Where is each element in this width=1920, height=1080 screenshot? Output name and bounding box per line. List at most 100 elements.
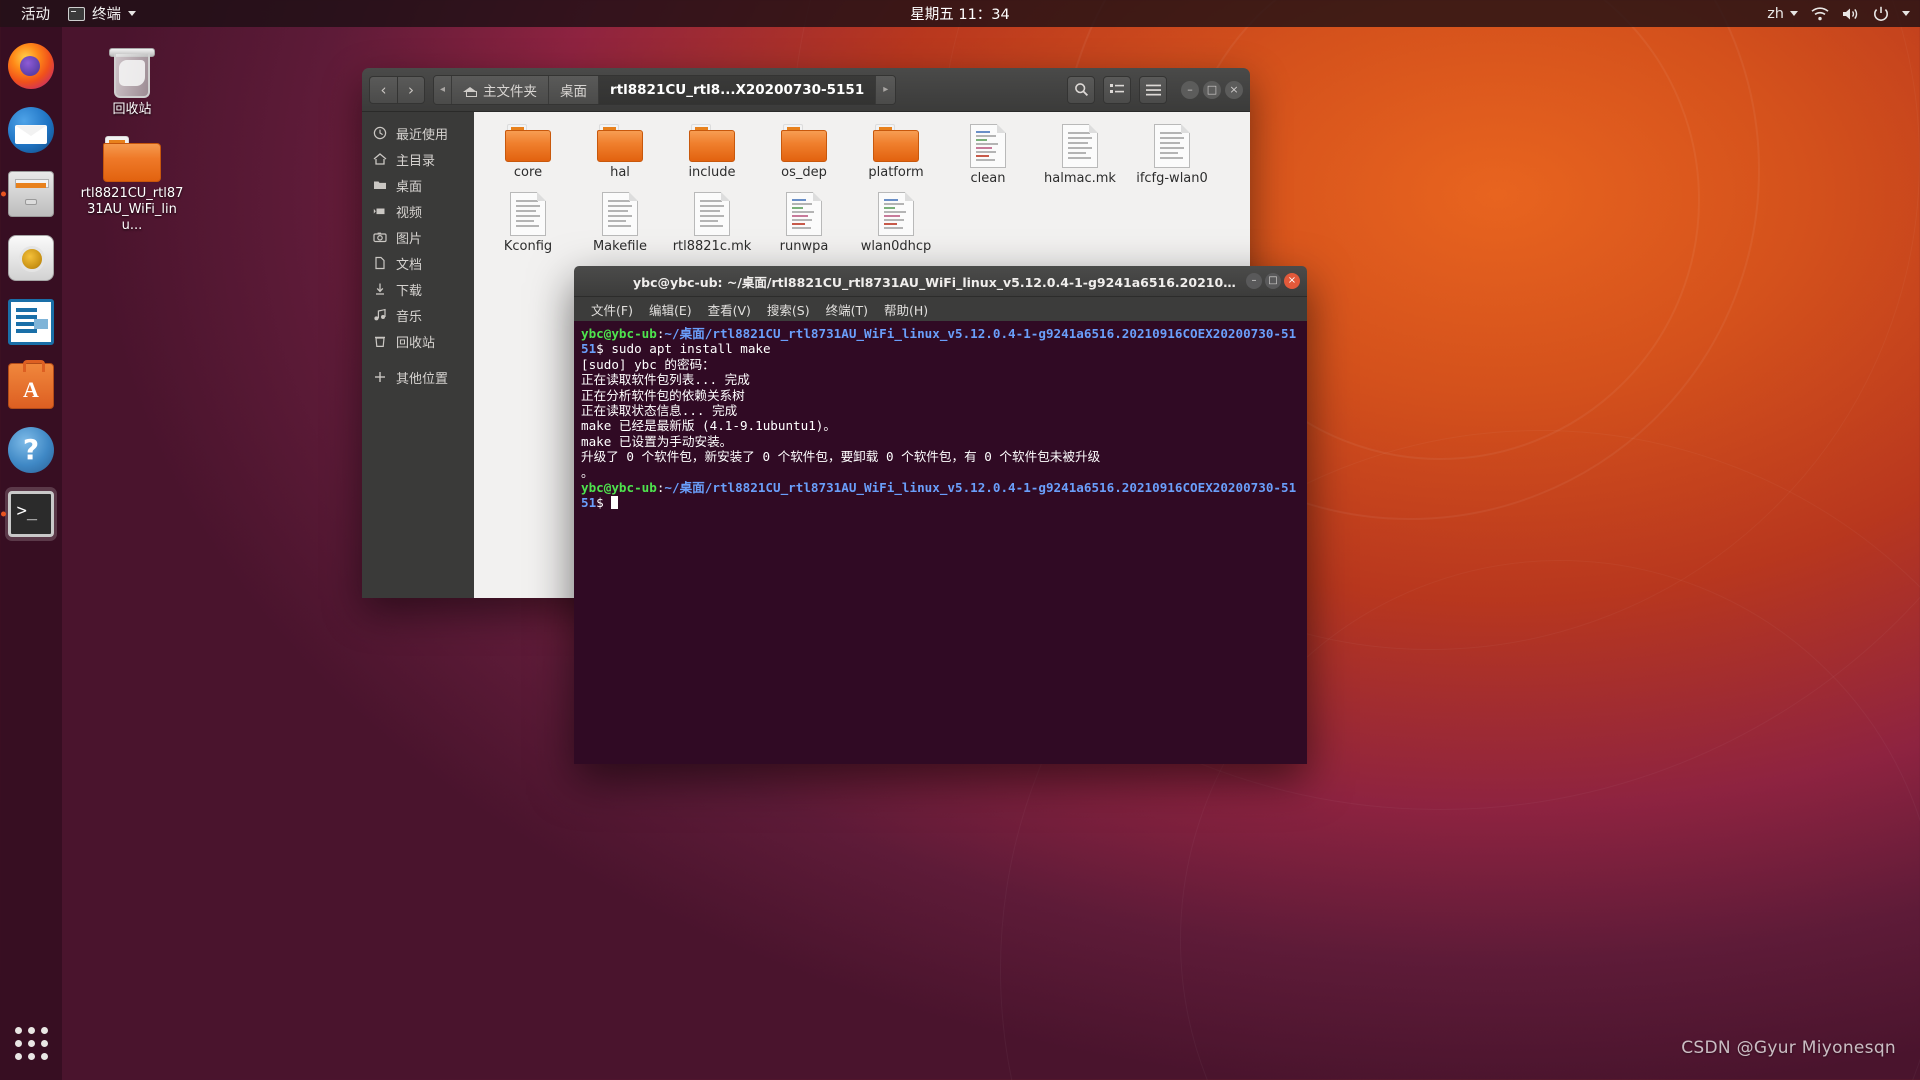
terminal-screen[interactable]: ybc@ybc-ub:~/桌面/rtl8821CU_rtl8731AU_WiFi… <box>574 321 1307 764</box>
running-indicator-dot <box>1 511 6 517</box>
sidebar-item-home[interactable]: 主目录 <box>362 146 474 172</box>
chevron-down-icon[interactable] <box>1902 11 1910 16</box>
menu-help[interactable]: 帮助(H) <box>876 298 936 321</box>
rhythmbox-icon <box>8 235 54 281</box>
file-item[interactable]: rtl8821c.mk <box>666 192 758 254</box>
sidebar-item-music[interactable]: 音乐 <box>362 302 474 328</box>
text-file-icon <box>1062 124 1098 168</box>
terminal-title-bar[interactable]: ybc@ybc-ub: ~/桌面/rtl8821CU_rtl8731AU_WiF… <box>574 266 1307 297</box>
sidebar-item-label: 回收站 <box>396 335 436 351</box>
view-options-button[interactable] <box>1103 75 1131 104</box>
sidebar-item-label: 主目录 <box>396 153 436 169</box>
file-item[interactable]: os_dep <box>758 124 850 186</box>
keyboard-layout-label: zh <box>1767 5 1784 22</box>
prompt-symbol: $ <box>596 341 612 357</box>
sidebar-item-other-locations[interactable]: 其他位置 <box>362 364 474 390</box>
menu-terminal[interactable]: 终端(T) <box>818 298 876 321</box>
sidebar-item-documents[interactable]: 文档 <box>362 250 474 276</box>
menu-view[interactable]: 查看(V) <box>700 298 759 321</box>
keyboard-layout-indicator[interactable]: zh <box>1767 6 1798 22</box>
output-line: 正在读取软件包列表... 完成 <box>581 372 750 388</box>
breadcrumb-item-current[interactable]: rtl8821CU_rtl8...X20200730-5151 <box>599 75 877 104</box>
breadcrumb-item-home[interactable]: 主文件夹 <box>452 75 550 104</box>
dock-item-libreoffice-writer[interactable] <box>0 291 62 353</box>
file-item[interactable]: halmac.mk <box>1034 124 1126 186</box>
sidebar-item-pictures[interactable]: 图片 <box>362 224 474 250</box>
home-icon <box>373 152 387 166</box>
file-item[interactable]: core <box>482 124 574 186</box>
volume-icon[interactable] <box>1842 7 1860 21</box>
view-list-icon <box>1109 84 1124 93</box>
breadcrumb-item-desktop[interactable]: 桌面 <box>549 75 600 104</box>
file-item[interactable]: Kconfig <box>482 192 574 254</box>
menu-search[interactable]: 搜索(S) <box>759 298 818 321</box>
app-menu-button[interactable]: 终端 <box>59 0 145 27</box>
breadcrumb-scroll-left[interactable]: ◂ <box>434 75 453 104</box>
terminal-icon <box>68 6 85 21</box>
wifi-icon[interactable] <box>1811 6 1829 21</box>
prompt-path: ~/桌面/rtl8821CU_rtl8731AU_WiFi_linux_v5.1… <box>581 480 1297 511</box>
file-item[interactable]: clean <box>942 124 1034 186</box>
file-name: hal <box>610 165 630 180</box>
forward-button[interactable]: › <box>397 75 425 104</box>
menu-edit[interactable]: 编辑(E) <box>641 298 700 321</box>
file-item[interactable]: hal <box>574 124 666 186</box>
file-name: ifcfg-wlan0 <box>1136 171 1208 186</box>
dock-item-help[interactable] <box>0 419 62 481</box>
watermark: CSDN @Gyur Miyonesqn <box>1681 1038 1896 1058</box>
output-line: 。 <box>581 464 594 480</box>
file-name: os_dep <box>781 165 827 180</box>
close-button[interactable]: × <box>1284 273 1300 289</box>
menu-file[interactable]: 文件(F) <box>583 298 641 321</box>
minimize-button[interactable]: – <box>1181 80 1199 99</box>
maximize-button[interactable]: □ <box>1203 80 1221 99</box>
show-applications-button[interactable] <box>0 1012 62 1074</box>
dock-item-thunderbird[interactable] <box>0 99 62 161</box>
breadcrumb-scroll-right[interactable]: ▸ <box>876 75 896 104</box>
sidebar-item-desktop[interactable]: 桌面 <box>362 172 474 198</box>
prompt-user: ybc@ybc-ub <box>581 326 657 341</box>
file-name: Makefile <box>592 239 648 254</box>
file-item[interactable]: include <box>666 124 758 186</box>
desktop-icon-trash[interactable]: 回收站 <box>78 44 186 118</box>
activities-label: 活动 <box>21 7 50 23</box>
output-line: make 已设置为手动安装。 <box>581 433 733 449</box>
sidebar-item-downloads[interactable]: 下载 <box>362 276 474 302</box>
sidebar-item-videos[interactable]: 视频 <box>362 198 474 224</box>
file-item[interactable]: runwpa <box>758 192 850 254</box>
app-grid-icon <box>14 1026 48 1060</box>
file-item[interactable]: wlan0dhcp <box>850 192 942 254</box>
clock-button[interactable]: 星期五 11：34 <box>910 3 1010 24</box>
sidebar-item-trash[interactable]: 回收站 <box>362 328 474 354</box>
sidebar-item-label: 最近使用 <box>396 127 449 143</box>
download-icon <box>373 282 387 296</box>
activities-button[interactable]: 活动 <box>12 0 59 27</box>
file-item[interactable]: ifcfg-wlan0 <box>1126 124 1218 186</box>
dock-item-files[interactable] <box>0 163 62 225</box>
menu-button[interactable] <box>1139 75 1167 104</box>
system-status-area[interactable]: zh <box>1767 6 1910 22</box>
minimize-button[interactable]: – <box>1246 273 1262 289</box>
power-icon[interactable] <box>1873 6 1889 22</box>
dock-item-terminal[interactable] <box>0 483 62 545</box>
script-file-icon <box>970 124 1006 168</box>
close-button[interactable]: × <box>1225 80 1243 99</box>
dock-item-firefox[interactable] <box>0 35 62 97</box>
desktop-icon-project-folder[interactable]: rtl8821CU_rtl8731AU_WiFi_linu... <box>78 136 186 234</box>
chevron-left-icon: ‹ <box>380 80 387 99</box>
maximize-button[interactable]: □ <box>1265 273 1281 289</box>
dock-item-ubuntu-software[interactable] <box>0 355 62 417</box>
output-line: 升级了 0 个软件包，新安装了 0 个软件包，要卸载 0 个软件包，有 0 个软… <box>581 449 1101 465</box>
file-item[interactable]: Makefile <box>574 192 666 254</box>
terminal-icon <box>8 491 54 537</box>
file-name: wlan0dhcp <box>860 239 932 254</box>
sidebar-item-label: 文档 <box>396 257 423 273</box>
folder-icon <box>873 124 919 162</box>
top-bar: 活动 终端 星期五 11：34 zh <box>0 0 1920 27</box>
search-button[interactable] <box>1067 75 1095 104</box>
dock-item-rhythmbox[interactable] <box>0 227 62 289</box>
text-file-icon <box>510 192 546 236</box>
file-item[interactable]: platform <box>850 124 942 186</box>
sidebar-item-recent[interactable]: 最近使用 <box>362 120 474 146</box>
back-button[interactable]: ‹ <box>369 75 397 104</box>
